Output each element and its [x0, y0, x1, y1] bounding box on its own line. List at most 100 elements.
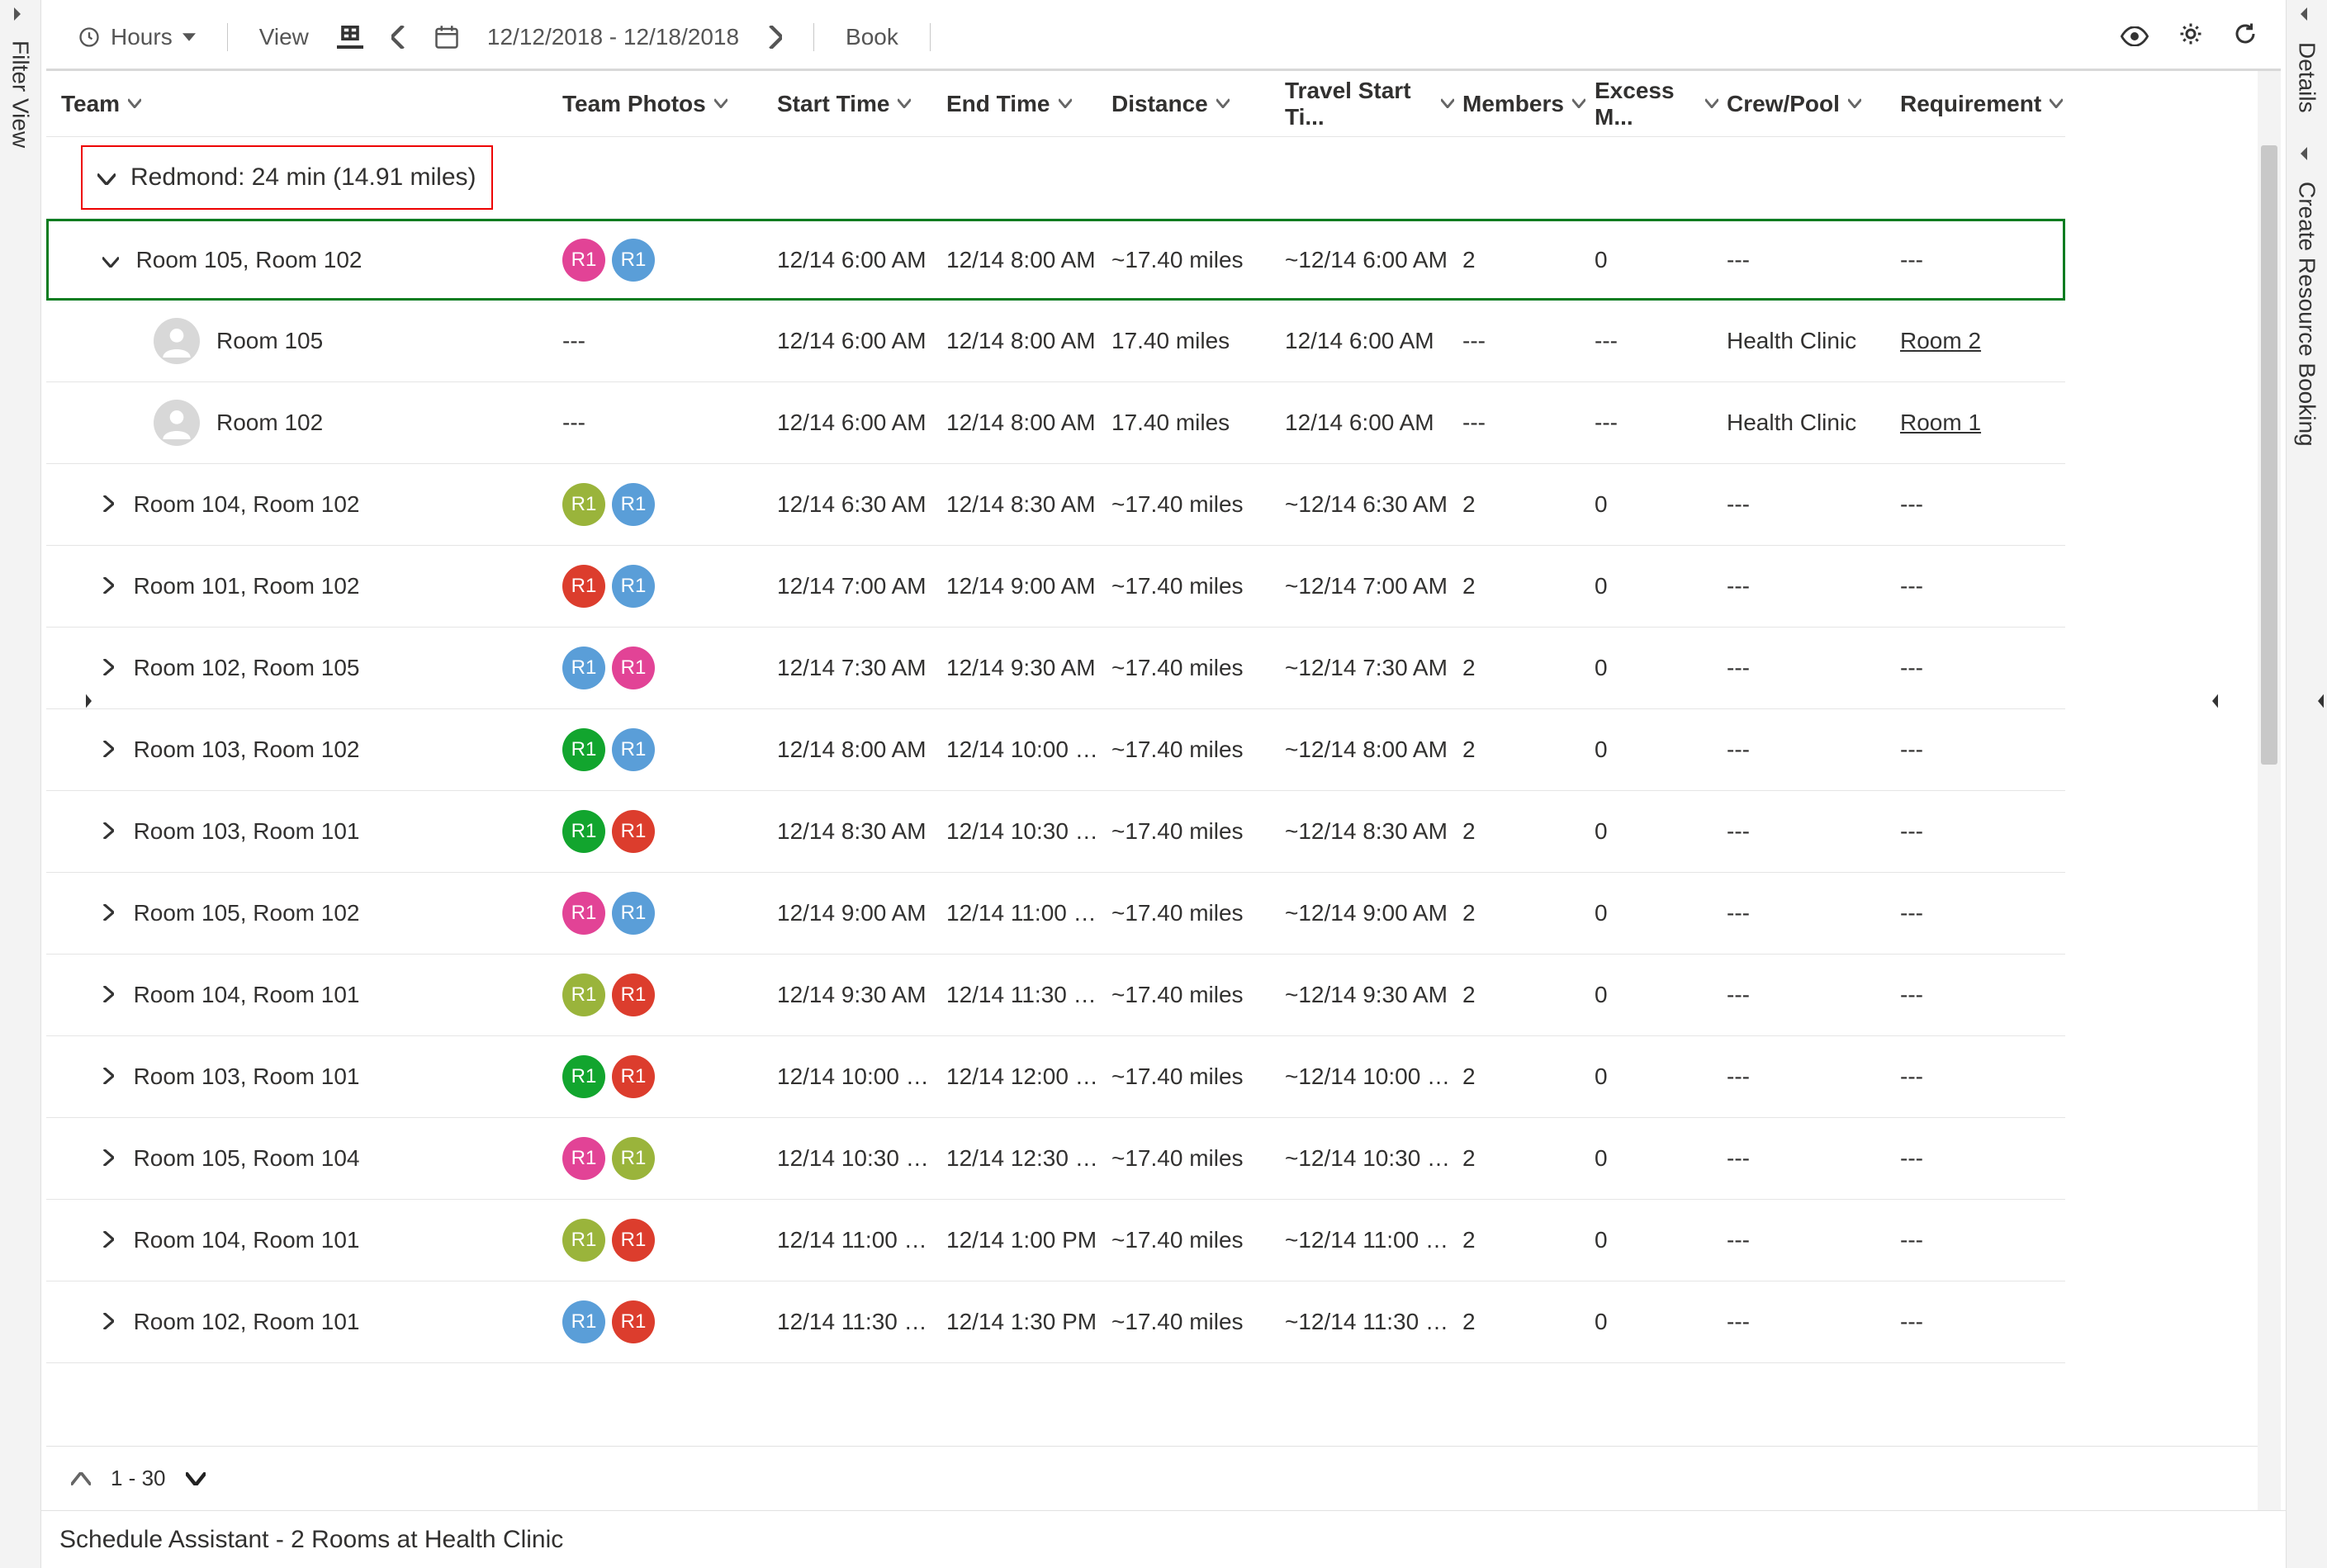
date-range[interactable]: 12/12/2018 - 12/18/2018 [479, 17, 747, 57]
page-range: 1 - 30 [111, 1466, 166, 1491]
team-name: Room 103, Room 101 [134, 818, 360, 845]
refresh-button[interactable] [2233, 26, 2258, 51]
avatar-badge: R1 [612, 1055, 655, 1098]
avatar-badge: R1 [612, 892, 655, 935]
requirement-link[interactable]: Room 1 [1900, 410, 1981, 436]
avatar-badge: R1 [562, 810, 605, 853]
right-panel[interactable]: Details Create Resource Booking [2286, 0, 2327, 1568]
next-page-button[interactable] [186, 1466, 206, 1491]
col-header-4[interactable]: Distance [1111, 71, 1285, 137]
avatar-badge: R1 [562, 239, 605, 282]
avatar-badge: R1 [562, 728, 605, 771]
col-header-8[interactable]: Crew/Pool [1727, 71, 1900, 137]
settings-button[interactable] [2178, 26, 2203, 51]
chevron-right-icon[interactable] [96, 737, 121, 763]
avatar-badge: R1 [612, 728, 655, 771]
filter-view-label: Filter View [7, 37, 34, 148]
chevron-right-icon[interactable] [96, 1309, 121, 1335]
chevron-down-icon [182, 32, 196, 42]
requirement-link[interactable]: Room 2 [1900, 328, 1981, 354]
avatar-badge: R1 [612, 239, 655, 282]
expand-right-drawer-icon[interactable] [2312, 694, 2324, 713]
col-header-7[interactable]: Excess M... [1595, 71, 1727, 137]
visibility-button[interactable] [2121, 26, 2149, 51]
col-header-6[interactable]: Members [1462, 71, 1595, 137]
team-badges: R1R1 [562, 1300, 655, 1343]
team-badges: R1R1 [562, 892, 655, 935]
col-header-2[interactable]: Start Time [777, 71, 946, 137]
avatar-badge: R1 [612, 810, 655, 853]
avatar-badge: R1 [562, 1300, 605, 1343]
resource-name: Room 105 [216, 328, 323, 354]
expand-left-drawer-icon[interactable] [86, 694, 97, 713]
team-badges: R1R1 [562, 565, 655, 608]
avatar-badge: R1 [612, 1137, 655, 1180]
left-panel[interactable]: Filter View [0, 0, 41, 1568]
chevron-right-icon[interactable] [96, 573, 121, 599]
chevron-right-icon[interactable] [96, 491, 121, 518]
create-booking-label: Create Resource Booking [2294, 177, 2320, 447]
team-badges: R1R1 [562, 1137, 655, 1180]
team-badges: R1R1 [562, 1219, 655, 1262]
collapse-right-drawer-icon[interactable] [2206, 694, 2218, 713]
avatar-badge: R1 [562, 647, 605, 689]
avatar-badge: R1 [612, 973, 655, 1016]
details-label: Details [2294, 37, 2320, 113]
avatar-placeholder-icon [154, 318, 200, 364]
avatar-placeholder-icon [154, 400, 200, 446]
chevron-down-icon [97, 163, 116, 192]
avatar-badge: R1 [562, 973, 605, 1016]
group-header[interactable]: Redmond: 24 min (14.91 miles) [81, 145, 493, 210]
chevron-right-icon[interactable] [96, 1145, 121, 1172]
avatar-badge: R1 [562, 565, 605, 608]
expand-right-top-icon[interactable] [2294, 7, 2320, 26]
avatar-badge: R1 [612, 647, 655, 689]
calendar-button[interactable] [426, 18, 467, 56]
team-name: Room 103, Room 102 [134, 737, 360, 763]
vertical-scrollbar[interactable] [2258, 71, 2281, 1510]
avatar-badge: R1 [612, 483, 655, 526]
avatar-badge: R1 [612, 1300, 655, 1343]
chevron-right-icon[interactable] [96, 655, 121, 681]
avatar-badge: R1 [562, 892, 605, 935]
team-name: Room 104, Room 102 [134, 491, 360, 518]
grid-view-button[interactable] [329, 19, 372, 55]
team-name: Room 102, Room 101 [134, 1309, 360, 1335]
col-header-5[interactable]: Travel Start Ti... [1285, 71, 1462, 137]
view-label: View [251, 17, 317, 57]
pager: 1 - 30 [46, 1446, 2258, 1510]
col-header-3[interactable]: End Time [946, 71, 1111, 137]
col-header-1[interactable]: Team Photos [562, 71, 777, 137]
avatar-badge: R1 [562, 483, 605, 526]
chevron-right-icon[interactable] [96, 1227, 121, 1253]
col-header-0[interactable]: Team [46, 71, 562, 137]
team-badges: R1R1 [562, 1055, 655, 1098]
team-badges: R1R1 [562, 239, 655, 282]
hours-dropdown[interactable]: Hours [69, 17, 204, 57]
team-badges: R1R1 [562, 647, 655, 689]
avatar-badge: R1 [562, 1055, 605, 1098]
chevron-right-icon[interactable] [96, 900, 121, 926]
scrollbar-thumb[interactable] [2261, 145, 2277, 765]
chevron-down-icon[interactable] [98, 247, 123, 273]
book-button[interactable]: Book [837, 17, 907, 57]
footer-title-bar: Schedule Assistant - 2 Rooms at Health C… [41, 1510, 2286, 1568]
avatar-badge: R1 [562, 1219, 605, 1262]
team-badges: R1R1 [562, 810, 655, 853]
chevron-right-icon[interactable] [96, 982, 121, 1008]
expand-right-bottom-icon[interactable] [2294, 146, 2320, 165]
chevron-right-icon[interactable] [96, 818, 121, 845]
team-badges: R1R1 [562, 728, 655, 771]
prev-period-button[interactable] [383, 19, 415, 55]
avatar-badge: R1 [612, 1219, 655, 1262]
resource-name: Room 102 [216, 410, 323, 436]
prev-page-button[interactable] [71, 1466, 91, 1491]
team-badges: R1R1 [562, 483, 655, 526]
expand-left-icon[interactable] [14, 7, 27, 26]
col-header-9[interactable]: Requirement [1900, 71, 2065, 137]
team-name: Room 103, Room 101 [134, 1063, 360, 1090]
chevron-right-icon[interactable] [96, 1063, 121, 1090]
footer-title: Schedule Assistant - 2 Rooms at Health C… [59, 1526, 563, 1554]
next-period-button[interactable] [759, 19, 790, 55]
avatar-badge: R1 [562, 1137, 605, 1180]
